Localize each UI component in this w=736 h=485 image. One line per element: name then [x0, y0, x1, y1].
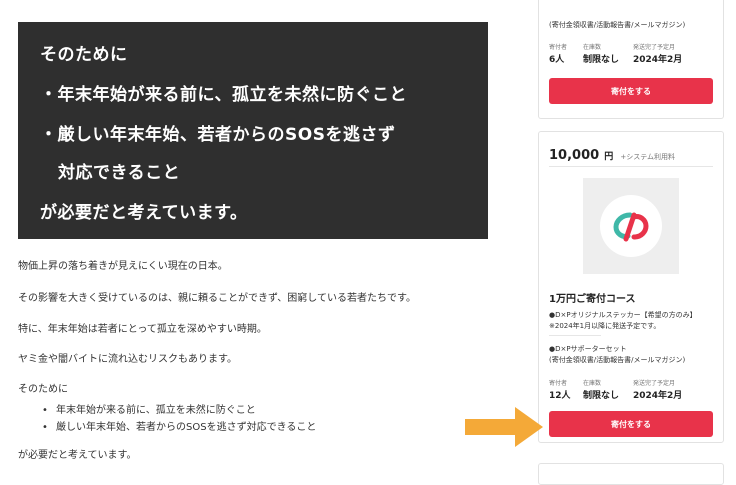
donor-value: 12人: [549, 391, 571, 401]
bullet-list: 年末年始が来る前に、孤立を未然に防ぐこと 厳しい年末年始、若者からのSOSを逃さ…: [42, 402, 316, 436]
system-fee-note: +システム利用料: [620, 153, 676, 161]
reward-item-1: ●D×Pオリジナルステッカー【希望の方のみ】: [549, 311, 697, 319]
reward-card-next: [538, 463, 724, 485]
paragraph-4: ヤミ金や闇バイトに流れ込むリスクもあります。: [18, 354, 237, 365]
hero-line-3: ・厳しい年末年始、若者からのSOSを逃さず: [40, 125, 396, 145]
dxp-logo-icon: [600, 195, 662, 257]
reward-price: 10,000 円 +システム利用料: [549, 144, 675, 163]
stock-count: 在庫数 制限なし: [583, 378, 619, 401]
donor-value: 6人: [549, 55, 565, 65]
ship-label: 発送完了予定月: [633, 380, 676, 387]
reward-card-10000: 10,000 円 +システム利用料 1万円ご寄付コース ●D×Pオリジナルステッ…: [538, 131, 724, 443]
bullet-item: 年末年始が来る前に、孤立を未然に防ぐこと: [42, 402, 316, 419]
reward-item-2-note: (寄付金領収書/活動報告書/メールマガジン): [549, 356, 686, 364]
divider: [549, 166, 713, 167]
ship-label: 発送完了予定月: [633, 44, 676, 51]
short-divider: [549, 335, 601, 336]
paragraph-3: 特に、年末年始は若者にとって孤立を深めやすい時期。: [18, 324, 267, 335]
hero-line-5: が必要だと考えています。: [40, 203, 248, 223]
price-unit: 円: [604, 152, 614, 162]
ship-value: 2024年2月: [633, 55, 683, 65]
stock-label: 在庫数: [583, 44, 602, 51]
reward-card-previous: (寄付金領収書/活動報告書/メールマガジン) 寄付者 6人 在庫数 制限なし 発…: [538, 0, 724, 119]
stock-value: 制限なし: [583, 55, 620, 65]
hero-line-4: 対応できること: [58, 163, 181, 183]
paragraph-1: 物価上昇の落ち着きが見えにくい現在の日本。: [18, 261, 228, 272]
stock-value: 制限なし: [583, 391, 620, 401]
reward-item-2: ●D×Pサポーターセット: [549, 345, 627, 353]
hero-line-1: そのために: [40, 45, 128, 65]
ship-month: 発送完了予定月 2024年2月: [633, 378, 682, 401]
arrow-right-icon: [465, 407, 543, 447]
stock-label: 在庫数: [583, 380, 602, 387]
price-amount: 10,000: [549, 148, 600, 163]
reward-item-1-note: ※2024年1月以降に発送予定です。: [549, 322, 661, 330]
paragraph-2: その影響を大きく受けているのは、親に頼ることができず、困窮している若者たちです。: [18, 293, 416, 304]
ship-value: 2024年2月: [633, 391, 683, 401]
donor-count: 寄付者 12人: [549, 378, 571, 401]
bullet-item: 厳しい年末年始、若者からのSOSを逃さず対応できること: [42, 419, 316, 436]
donor-label: 寄付者: [549, 380, 568, 387]
reward-image: [583, 178, 679, 274]
donate-button[interactable]: 寄付をする: [549, 411, 713, 437]
paragraph-5: そのために: [18, 384, 68, 395]
donor-label: 寄付者: [549, 44, 568, 51]
stock-count: 在庫数 制限なし: [583, 42, 619, 65]
hero-line-2: ・年末年始が来る前に、孤立を未然に防ぐこと: [40, 85, 407, 105]
reward-description: (寄付金領収書/活動報告書/メールマガジン): [549, 21, 686, 29]
course-title: 1万円ご寄付コース: [549, 294, 636, 305]
hero-banner: そのために ・年末年始が来る前に、孤立を未然に防ぐこと ・厳しい年末年始、若者か…: [18, 22, 488, 239]
ship-month: 発送完了予定月 2024年2月: [633, 42, 682, 65]
paragraph-6: が必要だと考えています。: [18, 450, 137, 461]
donor-count: 寄付者 6人: [549, 42, 567, 65]
donate-button[interactable]: 寄付をする: [549, 78, 713, 104]
